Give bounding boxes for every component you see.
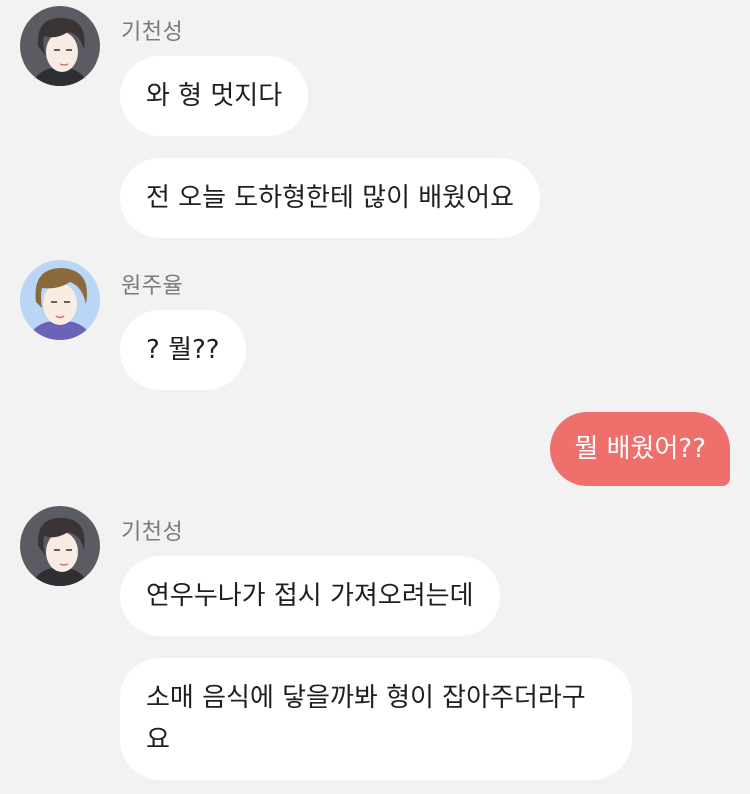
message-bubble[interactable]: 연우누나가 접시 가져오려는데 [120,556,500,636]
young-man-dark-hair-avatar-icon [20,506,100,586]
avatar-wonjuyul[interactable] [20,260,100,340]
sender-name: 원주율 [121,274,184,299]
message-bubble[interactable]: 와 형 멋지다 [120,56,309,136]
young-man-dark-hair-avatar-icon [20,6,100,86]
my-message-bubble[interactable]: 뭘 배웠어?? [550,412,730,486]
message-bubble[interactable]: 소매 음식에 닿을까봐 형이 잡아주더라구 요 [120,658,632,780]
avatar-kicheonseong[interactable] [20,6,100,86]
sender-name: 기천성 [121,20,184,45]
sender-name: 기천성 [121,520,184,545]
message-bubble[interactable]: 전 오늘 도하형한테 많이 배웠어요 [120,158,540,238]
young-man-brown-hair-avatar-icon [20,260,100,340]
message-bubble[interactable]: ? 뭘?? [120,310,246,390]
avatar-kicheonseong[interactable] [20,506,100,586]
